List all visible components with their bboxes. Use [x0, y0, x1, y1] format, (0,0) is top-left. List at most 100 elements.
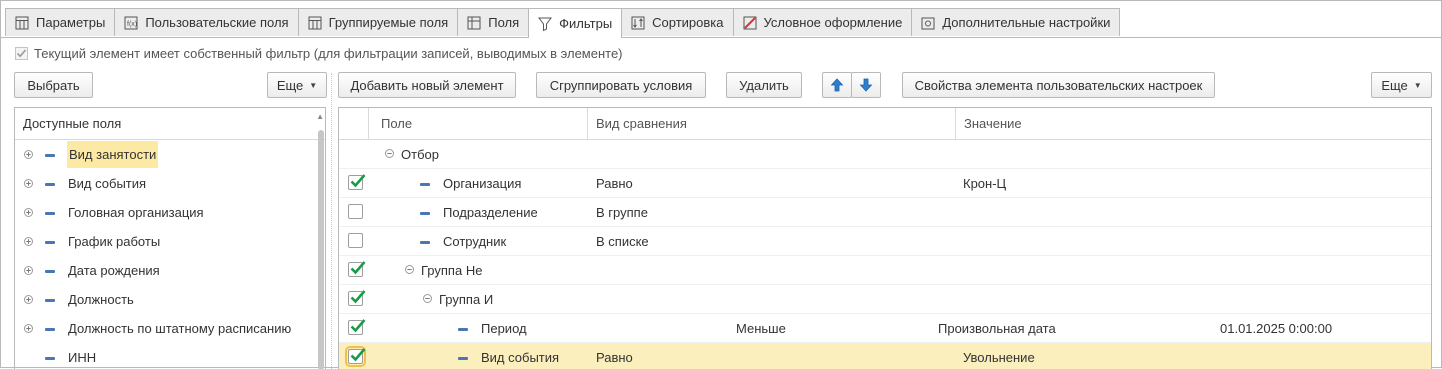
filter-condition-row[interactable]: Организация Равно Крон-Ц	[339, 169, 1431, 198]
condition-value: Увольнение	[963, 350, 1035, 365]
available-fields-list: Вид занятости Вид события Головная организ…	[15, 140, 325, 369]
tab-label: Сортировка	[652, 15, 724, 30]
use-checkbox[interactable]	[348, 290, 366, 306]
filter-condition-row[interactable]: Вид события Равно Увольнение	[339, 343, 1431, 369]
expand-plus-icon[interactable]	[24, 266, 33, 275]
left-more-button[interactable]: Еще ▼	[267, 72, 327, 98]
available-fields-title: Доступные поля	[23, 116, 122, 131]
tab-7[interactable]: Условное оформление	[732, 8, 913, 36]
use-checkbox[interactable]	[348, 204, 363, 219]
field-icon	[45, 270, 55, 273]
field-icon	[45, 154, 55, 157]
expand-plus-icon[interactable]	[24, 324, 33, 333]
select-button[interactable]: Выбрать	[14, 72, 93, 98]
available-field-item[interactable]: Вид занятости	[15, 140, 325, 169]
filter-grid: Поле Вид сравнения Значение Отбор Организ…	[338, 107, 1432, 369]
tab-1[interactable]: Параметры	[5, 8, 116, 36]
condition-field: Период	[481, 321, 527, 336]
available-field-label: Дата рождения	[68, 263, 160, 278]
expand-plus-icon[interactable]	[24, 295, 33, 304]
delete-button-label: Удалить	[739, 77, 789, 93]
use-checkbox[interactable]	[348, 261, 366, 277]
scroll-up-icon[interactable]: ▲	[316, 112, 324, 121]
select-button-label: Выбрать	[27, 77, 80, 93]
use-checkbox[interactable]	[348, 319, 366, 335]
right-more-button-label: Еще	[1381, 77, 1408, 93]
use-checkbox[interactable]	[345, 346, 366, 367]
delete-button[interactable]: Удалить	[726, 72, 802, 98]
field-icon	[45, 299, 55, 302]
available-fields-header: Доступные поля	[15, 108, 325, 140]
condition-comparison: В группе	[596, 205, 648, 220]
available-field-item[interactable]: График работы	[15, 227, 325, 256]
vertical-scrollbar[interactable]	[318, 130, 324, 369]
use-checkbox[interactable]	[348, 174, 366, 190]
tab-3[interactable]: Группируемые поля	[297, 8, 459, 36]
available-field-item[interactable]: Головная организация	[15, 198, 325, 227]
right-more-button[interactable]: Еще ▼	[1371, 72, 1432, 98]
field-icon	[420, 183, 430, 186]
use-checkbox[interactable]	[348, 233, 363, 248]
filter-group-row[interactable]: Отбор	[339, 140, 1431, 169]
parameters-icon	[14, 15, 30, 31]
fields-icon	[466, 15, 482, 31]
arrow-down-icon	[859, 78, 873, 92]
tab-4[interactable]: Поля	[457, 8, 530, 36]
move-down-button[interactable]	[851, 72, 881, 98]
collapse-minus-icon[interactable]	[423, 294, 432, 303]
collapse-minus-icon[interactable]	[405, 265, 414, 274]
available-field-item[interactable]: Должность	[15, 285, 325, 314]
panel-splitter[interactable]	[331, 73, 332, 369]
column-header-comparison[interactable]: Вид сравнения	[588, 108, 687, 139]
column-header-value[interactable]: Значение	[956, 108, 1022, 139]
group-conditions-button-label: Сгруппировать условия	[549, 77, 693, 93]
tab-label: Группируемые поля	[328, 15, 449, 30]
filter-condition-row[interactable]: Подразделение В группе	[339, 198, 1431, 227]
expand-plus-icon[interactable]	[24, 150, 33, 159]
add-element-button[interactable]: Добавить новый элемент	[338, 72, 516, 98]
expand-plus-icon[interactable]	[24, 237, 33, 246]
available-field-item[interactable]: Должность по штатному расписанию	[15, 314, 325, 343]
field-icon	[420, 212, 430, 215]
chevron-down-icon: ▼	[309, 80, 318, 90]
move-up-button[interactable]	[822, 72, 852, 98]
available-fields-panel: Доступные поля Вид занятости Вид события Г…	[14, 107, 326, 369]
available-field-item[interactable]: ИНН	[15, 343, 325, 369]
available-field-label: Вид события	[68, 176, 147, 191]
settings-window: Параметры f(x) Пользовательские поля Группи…	[0, 0, 1442, 369]
own-filter-option[interactable]: Текущий элемент имеет собственный фильтр…	[15, 46, 623, 61]
collapse-minus-icon[interactable]	[385, 149, 394, 158]
available-field-item[interactable]: Дата рождения	[15, 256, 325, 285]
field-icon	[45, 328, 55, 331]
element-properties-button[interactable]: Свойства элемента пользовательских настр…	[902, 72, 1215, 98]
grouping-fields-icon	[307, 15, 323, 31]
expand-plus-icon[interactable]	[24, 208, 33, 217]
tab-label: Параметры	[36, 15, 106, 30]
checkmark-icon	[350, 261, 366, 275]
tab-bar: Параметры f(x) Пользовательские поля Группи…	[5, 8, 1121, 38]
left-more-button-label: Еще	[276, 77, 304, 93]
filter-group-row[interactable]: Группа И	[339, 285, 1431, 314]
field-icon	[45, 212, 55, 215]
available-field-item[interactable]: Вид события	[15, 169, 325, 198]
expand-plus-icon[interactable]	[24, 179, 33, 188]
condition-value: Крон-Ц	[963, 176, 1007, 191]
available-field-label: Должность	[68, 292, 134, 307]
filter-condition-row[interactable]: Период Меньше Произвольная дата 01.01.2025 …	[339, 314, 1431, 343]
available-field-label: Вид занятости	[67, 141, 159, 168]
available-field-label: Должность по штатному расписанию	[68, 321, 292, 336]
tab-5[interactable]: Фильтры	[528, 8, 623, 38]
condition-comparison: Равно	[596, 350, 633, 365]
filter-icon	[537, 16, 553, 32]
column-header-field[interactable]: Поле	[373, 108, 412, 139]
tab-label: Дополнительные настройки	[942, 15, 1111, 30]
own-filter-checkbox[interactable]	[15, 47, 28, 60]
svg-text:f(x): f(x)	[127, 21, 137, 28]
group-conditions-button[interactable]: Сгруппировать условия	[536, 72, 706, 98]
tab-6[interactable]: Сортировка	[621, 8, 734, 36]
filter-condition-row[interactable]: Сотрудник В списке	[339, 227, 1431, 256]
condition-field: Организация	[443, 176, 522, 191]
tab-8[interactable]: Дополнительные настройки	[911, 8, 1121, 36]
filter-group-row[interactable]: Группа Не	[339, 256, 1431, 285]
tab-2[interactable]: f(x) Пользовательские поля	[114, 8, 299, 36]
